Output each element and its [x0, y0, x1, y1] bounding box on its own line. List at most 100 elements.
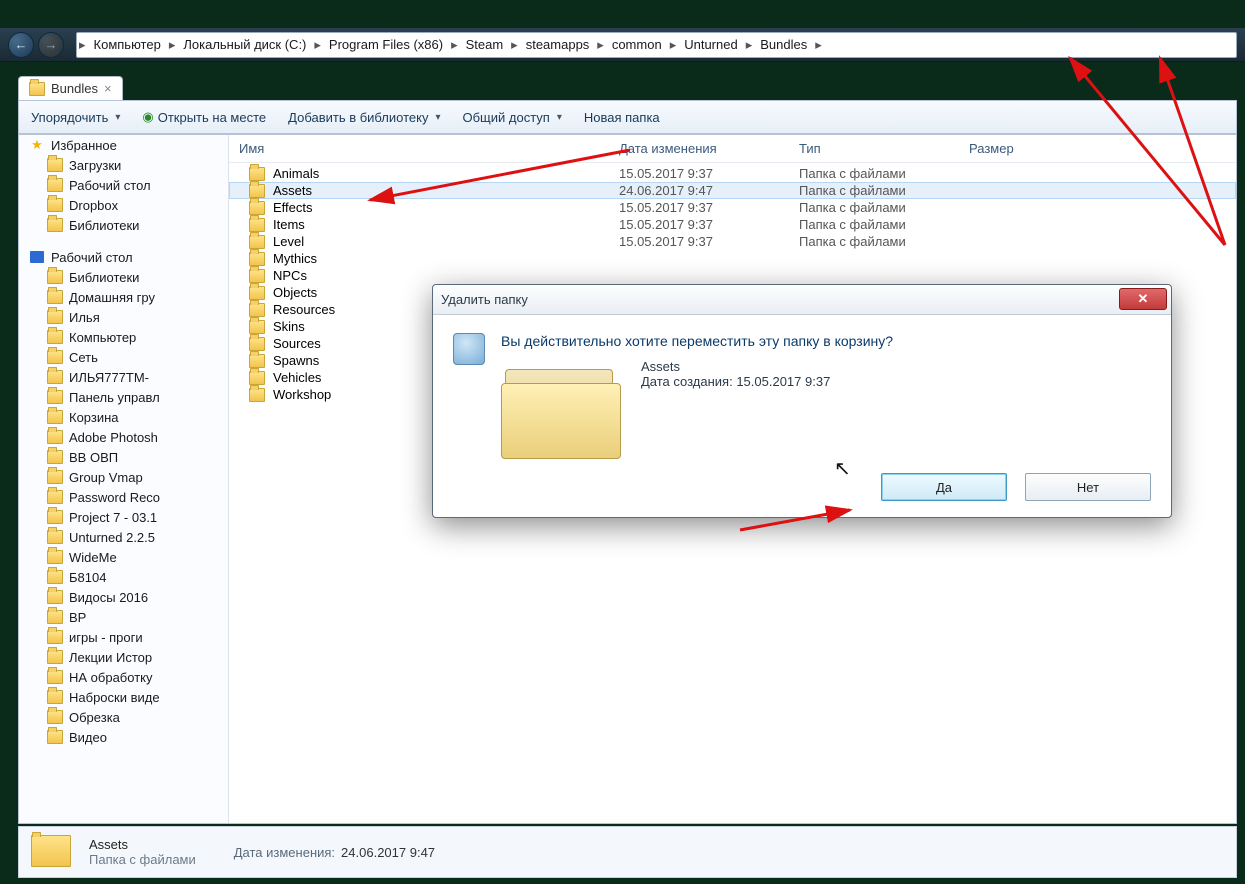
- sidebar-item[interactable]: BB ОВП: [19, 447, 228, 467]
- sidebar-item[interactable]: игры - проги: [19, 627, 228, 647]
- back-button[interactable]: ←: [8, 32, 34, 58]
- sidebar-item[interactable]: Рабочий стол: [19, 175, 228, 195]
- file-row[interactable]: Items15.05.2017 9:37Папка с файлами: [229, 216, 1236, 233]
- tree-icon: [47, 529, 63, 545]
- recycle-bin-icon: [453, 333, 485, 365]
- sidebar-item[interactable]: Обрезка: [19, 707, 228, 727]
- folder-icon: [249, 354, 265, 368]
- file-type: Папка с файлами: [799, 183, 969, 198]
- column-type[interactable]: Тип: [799, 141, 969, 156]
- tab-label: Bundles: [51, 81, 98, 96]
- tree-icon: [47, 589, 63, 605]
- sidebar-item[interactable]: ИЛЬЯ777TM-: [19, 367, 228, 387]
- file-name: Objects: [273, 285, 317, 300]
- forward-button[interactable]: →: [38, 32, 64, 58]
- tree-icon: [47, 429, 63, 445]
- sidebar-item-label: НА обработку: [69, 670, 152, 685]
- sidebar-item[interactable]: Панель управл: [19, 387, 228, 407]
- tree-icon: [47, 489, 63, 505]
- dialog-yes-button[interactable]: Да: [881, 473, 1007, 501]
- file-row[interactable]: Effects15.05.2017 9:37Папка с файлами: [229, 199, 1236, 216]
- sidebar-item[interactable]: Компьютер: [19, 327, 228, 347]
- file-row[interactable]: Assets24.06.2017 9:47Папка с файлами: [229, 182, 1236, 199]
- chevron-right-icon: ▸: [813, 37, 824, 53]
- sidebar-item[interactable]: Видео: [19, 727, 228, 747]
- tree-icon: [47, 289, 63, 305]
- chevron-right-icon: ▸: [744, 37, 755, 53]
- file-row[interactable]: Level15.05.2017 9:37Папка с файлами: [229, 233, 1236, 250]
- file-name: Mythics: [273, 251, 317, 266]
- file-name: NPCs: [273, 268, 307, 283]
- folder-icon: [249, 167, 265, 181]
- sidebar-item[interactable]: Adobe Photosh: [19, 427, 228, 447]
- organize-menu[interactable]: Упорядочить: [31, 110, 120, 125]
- column-modified[interactable]: Дата изменения: [619, 141, 799, 156]
- sidebar-item[interactable]: НА обработку: [19, 667, 228, 687]
- tree-icon: [47, 709, 63, 725]
- breadcrumb-segment[interactable]: Steam: [460, 37, 510, 52]
- breadcrumb-segment[interactable]: Unturned: [678, 37, 743, 52]
- breadcrumb-segment[interactable]: Bundles: [754, 37, 813, 52]
- column-headers[interactable]: Имя Дата изменения Тип Размер: [229, 135, 1236, 163]
- folder-icon: [249, 388, 265, 402]
- file-name: Animals: [273, 166, 319, 181]
- open-in-place-button[interactable]: ◉Открыть на месте: [142, 109, 266, 125]
- file-date: 24.06.2017 9:47: [619, 183, 799, 198]
- share-menu[interactable]: Общий доступ: [463, 110, 562, 125]
- sidebar-item[interactable]: Корзина: [19, 407, 228, 427]
- sidebar-item-label: Корзина: [69, 410, 119, 425]
- sidebar-item[interactable]: Илья: [19, 307, 228, 327]
- sidebar-item[interactable]: Dropbox: [19, 195, 228, 215]
- sidebar-item[interactable]: Лекции Истор: [19, 647, 228, 667]
- tree-icon: [47, 549, 63, 565]
- sidebar-item[interactable]: Password Reco: [19, 487, 228, 507]
- file-row[interactable]: Animals15.05.2017 9:37Папка с файлами: [229, 165, 1236, 182]
- tab-close-icon[interactable]: ×: [104, 81, 112, 96]
- breadcrumb[interactable]: ▸ Компьютер ▸ Локальный диск (C:) ▸ Program F…: [76, 32, 1237, 58]
- file-name: Workshop: [273, 387, 331, 402]
- file-row[interactable]: Mythics: [229, 250, 1236, 267]
- breadcrumb-segment[interactable]: steamapps: [520, 37, 596, 52]
- breadcrumb-segment[interactable]: Компьютер: [88, 37, 167, 52]
- dialog-item-name: Assets: [641, 359, 830, 374]
- tree-icon: [47, 329, 63, 345]
- sidebar-item[interactable]: Библиотеки: [19, 267, 228, 287]
- sidebar-item[interactable]: Наброски виде: [19, 687, 228, 707]
- status-bar: Assets Папка с файлами Дата изменения: 2…: [18, 826, 1237, 878]
- sidebar-item[interactable]: ★Избранное: [19, 135, 228, 155]
- dialog-close-button[interactable]: ✕: [1119, 288, 1167, 310]
- chevron-right-icon: ▸: [509, 37, 520, 53]
- add-to-library-label: Добавить в библиотеку: [288, 110, 428, 125]
- tab-bundles[interactable]: Bundles ×: [18, 76, 123, 100]
- navigation-sidebar[interactable]: ★ИзбранноеЗагрузкиРабочий столDropboxБиб…: [19, 135, 229, 823]
- sidebar-item[interactable]: Project 7 - 03.1: [19, 507, 228, 527]
- dialog-no-button[interactable]: Нет: [1025, 473, 1151, 501]
- file-row[interactable]: NPCs: [229, 267, 1236, 284]
- sidebar-item-label: Group Vmap: [69, 470, 143, 485]
- tree-icon: [47, 177, 63, 193]
- column-name[interactable]: Имя: [239, 141, 619, 156]
- sidebar-item[interactable]: Рабочий стол: [19, 247, 228, 267]
- breadcrumb-segment[interactable]: Локальный диск (C:): [177, 37, 312, 52]
- sidebar-item-label: Unturned 2.2.5: [69, 530, 155, 545]
- breadcrumb-segment[interactable]: common: [606, 37, 668, 52]
- sidebar-item[interactable]: Unturned 2.2.5: [19, 527, 228, 547]
- add-to-library-menu[interactable]: Добавить в библиотеку: [288, 110, 440, 125]
- sidebar-item[interactable]: ВР: [19, 607, 228, 627]
- sidebar-item[interactable]: Б8104: [19, 567, 228, 587]
- sidebar-item[interactable]: WideMe: [19, 547, 228, 567]
- breadcrumb-segment[interactable]: Program Files (x86): [323, 37, 449, 52]
- tree-icon: [47, 217, 63, 233]
- sidebar-item[interactable]: Библиотеки: [19, 215, 228, 235]
- toolbar: Упорядочить ◉Открыть на месте Добавить в…: [18, 100, 1237, 134]
- sidebar-item[interactable]: Загрузки: [19, 155, 228, 175]
- sidebar-item[interactable]: Group Vmap: [19, 467, 228, 487]
- sidebar-item[interactable]: Домашняя гру: [19, 287, 228, 307]
- new-folder-button[interactable]: Новая папка: [584, 110, 660, 125]
- column-size[interactable]: Размер: [969, 141, 1069, 156]
- chevron-right-icon: ▸: [595, 37, 606, 53]
- sidebar-item[interactable]: Видосы 2016: [19, 587, 228, 607]
- tree-icon: [47, 629, 63, 645]
- dialog-titlebar[interactable]: Удалить папку ✕: [433, 285, 1171, 315]
- sidebar-item[interactable]: Сеть: [19, 347, 228, 367]
